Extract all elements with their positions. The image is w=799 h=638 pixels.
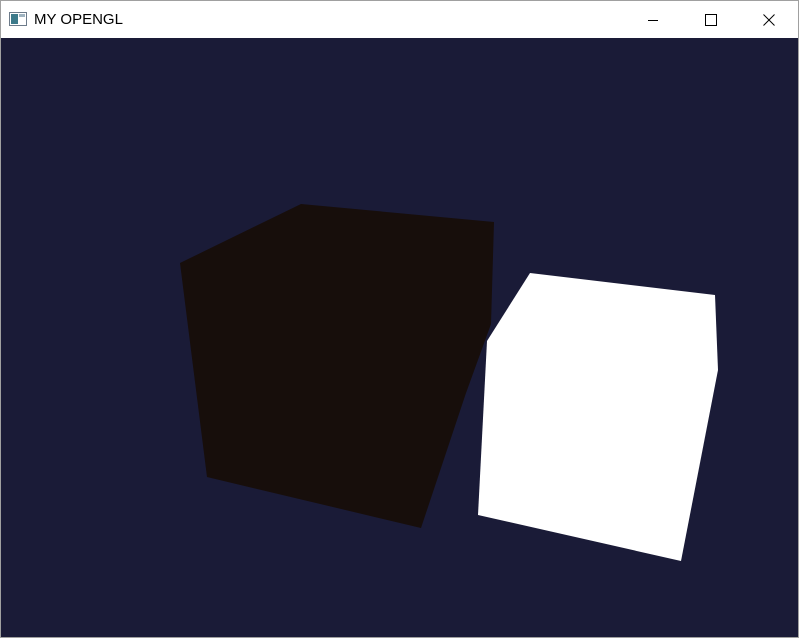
maximize-button[interactable] [682,1,740,38]
window-app-icon [9,12,27,26]
title-bar[interactable]: MY OPENGL [1,1,798,38]
minimize-button[interactable] [624,1,682,38]
dark-cube [180,204,494,528]
close-button[interactable] [740,1,798,38]
window-title: MY OPENGL [34,11,123,28]
render-scene [180,204,718,561]
light-cube [478,273,718,561]
minimize-icon [648,19,658,21]
close-icon [763,13,775,26]
maximize-icon [705,13,717,26]
opengl-viewport[interactable] [1,38,798,637]
opengl-window: MY OPENGL [0,0,799,638]
